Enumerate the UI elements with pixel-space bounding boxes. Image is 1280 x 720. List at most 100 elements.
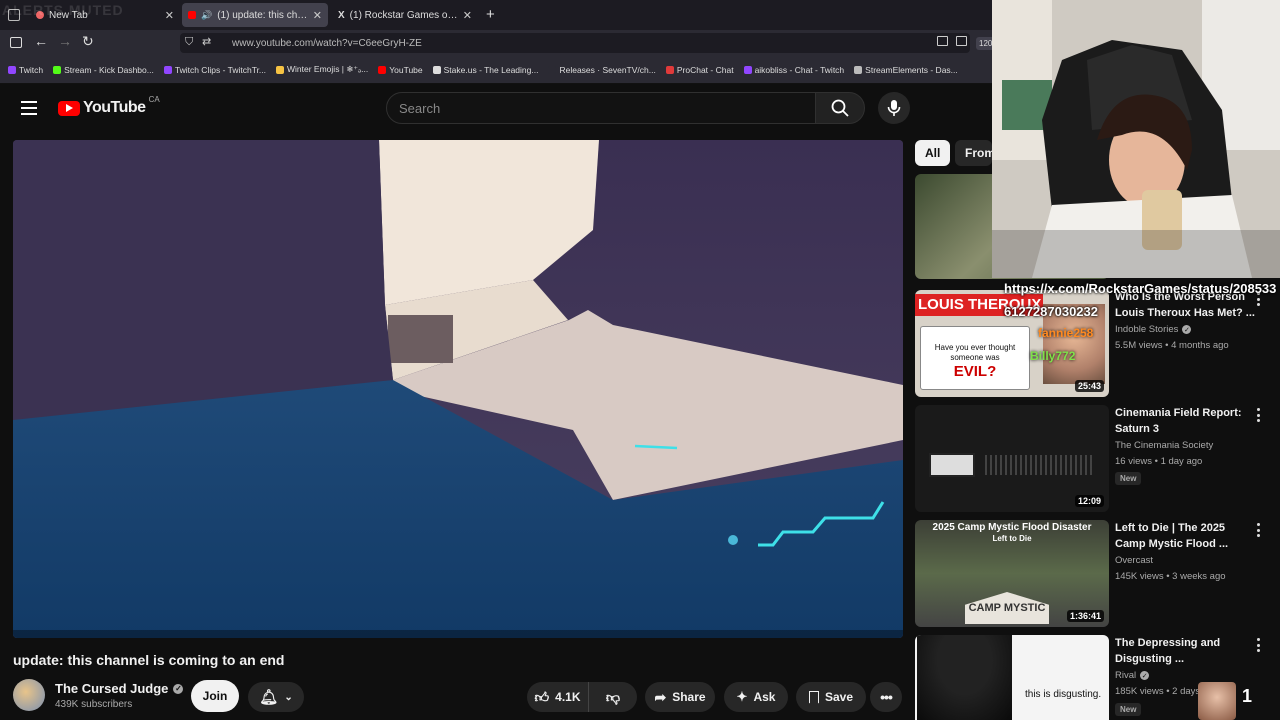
tab-label: (1) update: this channel is c xyxy=(217,9,308,21)
thumbnail-text: Have you ever thought someone was xyxy=(934,343,1016,362)
more-actions-button[interactable]: ••• xyxy=(870,682,902,712)
url-text[interactable]: www.youtube.com/watch?v=C6eeGryH-ZE xyxy=(232,38,422,49)
search-input[interactable]: Search xyxy=(386,92,816,124)
sidebar-icon[interactable] xyxy=(10,37,22,48)
bookmark-favicon-icon xyxy=(854,65,863,74)
bookmark-icon xyxy=(808,690,819,704)
recommendation-channel[interactable]: Rival xyxy=(1115,670,1136,681)
bookmark-favicon-icon xyxy=(665,65,674,74)
bookmark-item[interactable]: Releases · SevenTV/ch... xyxy=(548,64,656,75)
recommendation-thumbnail[interactable]: 12:09 xyxy=(915,405,1109,512)
bookmark-item[interactable]: Winter Emojis | ❄⁺ₔ... xyxy=(276,64,368,75)
chip-from[interactable]: From xyxy=(955,140,992,166)
recommendation-channel[interactable]: The Cinemania Society xyxy=(1115,440,1213,451)
bookmark-favicon-icon xyxy=(378,65,387,74)
permissions-icon[interactable]: ⇄ xyxy=(202,35,211,48)
recommendation-channel-row[interactable]: Indoble Stories ✓ xyxy=(1115,324,1192,335)
url-bar[interactable]: ⛉ ⇄ www.youtube.com/watch?v=C6eeGryH-ZE xyxy=(180,33,970,53)
bookmark-item[interactable]: Twitch Clips - TwitchTr... xyxy=(163,64,267,75)
thumbnail-text: EVIL? xyxy=(953,363,997,380)
close-icon[interactable]: ✕ xyxy=(165,9,174,22)
channel-name[interactable]: The Cursed Judge xyxy=(55,681,168,696)
like-button[interactable]: 👍︎ 4.1K xyxy=(527,682,589,712)
channel-avatar[interactable] xyxy=(13,679,45,711)
bookmark-item[interactable]: YouTube xyxy=(378,64,423,75)
youtube-play-icon xyxy=(58,100,80,116)
tab-x[interactable]: X (1) Rockstar Games on X: "Gran ✕ xyxy=(332,3,478,27)
share-icon: ➦ xyxy=(654,688,667,705)
search-icon xyxy=(831,99,849,117)
close-icon[interactable]: ✕ xyxy=(463,9,472,22)
youtube-logo[interactable]: YouTube CA xyxy=(58,95,160,117)
share-label: Share xyxy=(672,690,706,704)
tab-label: (1) Rockstar Games on X: "Gran xyxy=(349,9,458,21)
recommendation-meta: 16 views • 1 day ago xyxy=(1115,456,1203,467)
waveform xyxy=(985,455,1095,475)
recommendation-channel[interactable]: Overcast xyxy=(1115,555,1153,566)
bookmark-label: Twitch Clips - TwitchTr... xyxy=(174,64,267,75)
recommendation-channel-row[interactable]: Rival ✓ xyxy=(1115,670,1150,681)
webcam-overlay xyxy=(992,0,1280,278)
bookmark-item[interactable]: Stream - Kick Dashbo... xyxy=(53,65,154,75)
recommendation-meta: 5.5M views • 4 months ago xyxy=(1115,340,1229,351)
recommendation-title[interactable]: The Depressing and Disgusting ... xyxy=(1115,635,1255,667)
recommendation-meta: 145K views • 3 weeks ago xyxy=(1115,571,1226,582)
shield-icon[interactable]: ⛉ xyxy=(185,36,193,49)
share-button[interactable]: ➦ Share xyxy=(645,682,715,712)
menu-icon[interactable] xyxy=(21,101,37,115)
thumbnail-text: 2025 Camp Mystic Flood Disaster xyxy=(932,522,1092,533)
more-vert-icon[interactable] xyxy=(1254,638,1262,652)
like-count: 4.1K xyxy=(555,690,581,704)
bookmark-label: StreamElements - Das... xyxy=(865,64,958,75)
ask-button[interactable]: ✦ Ask xyxy=(724,682,788,712)
bookmark-favicon-icon xyxy=(743,65,752,74)
bookmark-favicon-icon xyxy=(8,65,16,74)
tab-youtube[interactable]: 🔊 (1) update: this channel is c ✕ xyxy=(182,3,328,27)
webcam-feed xyxy=(992,0,1280,278)
verified-icon: ✓ xyxy=(1182,325,1192,334)
bookmark-item[interactable]: Twitch xyxy=(8,65,43,75)
search-button[interactable] xyxy=(815,92,865,124)
more-vert-icon[interactable] xyxy=(1254,408,1262,422)
bookmark-label: Winter Emojis | ❄⁺ₔ... xyxy=(287,64,369,74)
more-horizontal-icon: ••• xyxy=(880,689,893,705)
recommendation-thumbnail[interactable]: this is disgusting. xyxy=(915,635,1109,720)
thumbs-down-icon: 👎︎ xyxy=(605,688,621,705)
back-icon[interactable]: ← xyxy=(34,33,48,49)
chip-all[interactable]: All xyxy=(915,140,951,166)
bookmark-label: Twitch xyxy=(19,64,44,75)
video-player[interactable] xyxy=(13,140,903,638)
picture-in-picture-icon[interactable] xyxy=(937,36,948,46)
join-button[interactable]: Join xyxy=(191,680,239,712)
save-button[interactable]: Save xyxy=(796,682,866,712)
bookmark-label: Releases · SevenTV/ch... xyxy=(559,64,656,75)
bookmark-item[interactable]: aikobliss - Chat - Twitch xyxy=(743,65,844,75)
chat-overlay-name: fannie258 xyxy=(1038,326,1094,340)
chat-overlay-name: Billy772 xyxy=(1030,349,1076,363)
reader-view-icon[interactable] xyxy=(956,36,967,46)
video-frame xyxy=(13,140,903,638)
stream-overlay-url: https://x.com/RockstarGames/status/20853… xyxy=(1004,281,1277,296)
forward-icon[interactable]: → xyxy=(58,33,72,49)
recommendation-channel[interactable]: Indoble Stories xyxy=(1115,324,1178,335)
channel-name-row[interactable]: The Cursed Judge ✓ xyxy=(55,681,184,696)
recommendation-title[interactable]: Cinemania Field Report: Saturn 3 xyxy=(1115,405,1255,437)
close-icon[interactable]: ✕ xyxy=(313,9,322,22)
voice-search-button[interactable] xyxy=(878,92,910,124)
bookmark-label: Stream - Kick Dashbo... xyxy=(64,64,154,75)
new-badge: New xyxy=(1115,472,1142,485)
more-vert-icon[interactable] xyxy=(1254,523,1262,537)
bookmark-label: YouTube xyxy=(389,64,423,75)
dislike-button[interactable]: 👎︎ xyxy=(589,682,637,712)
bookmark-item[interactable]: Stake.us - The Leading... xyxy=(432,64,539,75)
notification-bell-button[interactable]: 🔔︎ ⌄ xyxy=(248,682,304,712)
new-tab-plus-icon[interactable]: + xyxy=(486,6,495,23)
bookmark-item[interactable]: ProChat - Chat xyxy=(665,65,734,75)
bookmark-item[interactable]: StreamElements - Das... xyxy=(854,65,958,75)
bookmark-label: Stake.us - The Leading... xyxy=(443,64,539,75)
recommendation-title[interactable]: Left to Die | The 2025 Camp Mystic Flood… xyxy=(1115,520,1255,552)
youtube-wordmark: YouTube xyxy=(83,99,146,116)
reload-icon[interactable]: ↻ xyxy=(82,33,94,50)
recommendation-thumbnail[interactable]: 2025 Camp Mystic Flood Disaster Left to … xyxy=(915,520,1109,627)
speaker-icon[interactable]: 🔊 xyxy=(201,10,212,21)
